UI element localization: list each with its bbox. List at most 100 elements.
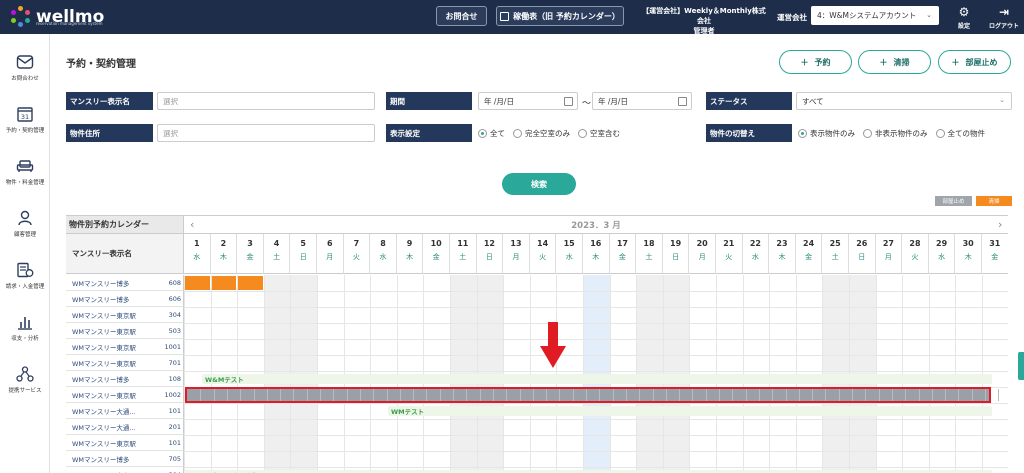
booking-bar[interactable]: W&Mテスト bbox=[202, 374, 992, 384]
property-name: WMマンスリー東京駅 bbox=[72, 391, 136, 400]
chevron-down-icon: ⌄ bbox=[926, 11, 932, 19]
property-name: WMマンスリー東京駅 bbox=[72, 343, 136, 352]
day-weekday: 日 bbox=[858, 253, 866, 261]
next-month-arrow[interactable]: › bbox=[998, 218, 1002, 231]
radio-visible-only[interactable]: 表示物件のみ bbox=[798, 128, 855, 139]
sidebar-item-billing[interactable]: 請求・入金管理 bbox=[0, 250, 50, 302]
booking-bar[interactable]: WMテスト bbox=[388, 406, 992, 416]
grid-tick bbox=[679, 389, 681, 401]
radio-all-properties[interactable]: 全ての物件 bbox=[935, 128, 985, 139]
calendar-row-label[interactable]: WMマンスリー大通... 201 bbox=[66, 419, 184, 435]
day-header-6: 6月 bbox=[317, 234, 344, 274]
day-header-26: 26 日 bbox=[849, 234, 876, 274]
day-header-19: 19 日 bbox=[662, 234, 690, 274]
calendar-row-label[interactable]: WMマンスリー東京駅 1002 bbox=[66, 387, 184, 403]
day-header-23: 23 木 bbox=[769, 234, 796, 274]
inquiry-button[interactable]: お問合せ bbox=[436, 6, 487, 26]
calendar-row-label[interactable]: WMマンスリー博多 606 bbox=[66, 291, 184, 307]
new-room-stop-button[interactable]: ＋ 部屋止め bbox=[938, 50, 1011, 74]
date-to-input[interactable]: 年 /月/日 bbox=[592, 92, 692, 110]
radio-all[interactable]: 全て bbox=[478, 128, 505, 139]
address-select[interactable]: 選択 bbox=[157, 124, 375, 142]
prev-month-arrow[interactable]: ‹ bbox=[190, 218, 194, 231]
day-weekday: 火 bbox=[911, 253, 919, 261]
grid-tick bbox=[466, 389, 468, 401]
cleaning-block[interactable] bbox=[211, 276, 238, 290]
day-weekday: 日 bbox=[299, 253, 307, 261]
calendar-row-label[interactable]: WMマンスリー東京駅 101 bbox=[66, 435, 184, 451]
grid-tick bbox=[426, 389, 428, 401]
sidebar-item-analytics[interactable]: 収支・分析 bbox=[0, 302, 50, 354]
grid-line bbox=[184, 355, 1008, 356]
period-label: 期間 bbox=[386, 92, 472, 110]
grid-line bbox=[184, 435, 1008, 436]
status-select[interactable]: すべて ⌄ bbox=[796, 92, 1012, 110]
day-number: 12 bbox=[483, 239, 495, 248]
wellmo-logo[interactable]: wellmo bbox=[10, 4, 104, 30]
sidebar-item-properties[interactable]: 物件・料金管理 bbox=[0, 146, 50, 198]
new-reservation-button[interactable]: ＋ 予約 bbox=[779, 50, 852, 74]
day-header-1: 1水 bbox=[184, 234, 211, 274]
calendar-row-label[interactable]: WMマンスリー東京駅 503 bbox=[66, 323, 184, 339]
calendar-row-label[interactable]: WMマンスリー大通... 101 bbox=[66, 403, 184, 419]
calendar-row-label[interactable]: WMマンスリー博多 608 bbox=[66, 275, 184, 291]
day-header-17: 17 金 bbox=[609, 234, 637, 274]
calendar-row-label[interactable]: WMマンスリー東京駅304 bbox=[66, 467, 184, 473]
day-header-5: 5日 bbox=[290, 234, 317, 274]
date-from-input[interactable]: 年 /月/日 bbox=[478, 92, 578, 110]
logout-icon: ⇥ bbox=[998, 4, 1010, 19]
radio-dot bbox=[478, 129, 487, 138]
property-name: WMマンスリー博多 bbox=[72, 279, 130, 288]
room-stop-highlight-row[interactable] bbox=[185, 387, 1000, 403]
calendar-row-label[interactable]: WMマンスリー東京駅 1001 bbox=[66, 339, 184, 355]
monthly-name-select[interactable]: 選択 bbox=[157, 92, 375, 110]
sidebar-item-customers[interactable]: 顧客管理 bbox=[0, 198, 50, 250]
grid-line bbox=[184, 419, 1008, 420]
calendar-icon[interactable] bbox=[564, 97, 573, 106]
grid-tick bbox=[240, 389, 242, 401]
room-number: 705 bbox=[168, 454, 181, 463]
sidebar-item-partner-services[interactable]: 提携サービス bbox=[0, 354, 50, 406]
day-weekday: 火 bbox=[725, 253, 733, 261]
sidebar-item-label: 顧客管理 bbox=[13, 232, 36, 238]
sidebar-item-label: 提携サービス bbox=[8, 388, 42, 394]
day-number: 11 bbox=[457, 239, 469, 248]
grid-line bbox=[184, 323, 1008, 324]
search-button[interactable]: 検索 bbox=[502, 173, 576, 195]
day-number: 8 bbox=[380, 239, 386, 248]
calendar-row-label[interactable]: WMマンスリー博多 108 bbox=[66, 371, 184, 387]
settings-button[interactable]: ⚙ 設定 bbox=[944, 0, 984, 34]
day-header-11: 11 土 bbox=[450, 234, 477, 274]
day-header-12: 12 日 bbox=[476, 234, 504, 274]
sidebar-item-label: 物件・料金管理 bbox=[5, 180, 45, 186]
property-name: WMマンスリー博多 bbox=[72, 455, 130, 464]
schedule-button[interactable]: 稼働表（旧 予約カレンダー） bbox=[496, 6, 624, 26]
calendar-row-label[interactable]: WMマンスリー東京駅 701 bbox=[66, 355, 184, 371]
grid-tick bbox=[346, 389, 348, 401]
radio-fully-vacant[interactable]: 完全空室のみ bbox=[513, 128, 570, 139]
day-weekday: 月 bbox=[512, 253, 520, 261]
side-drawer-tab[interactable] bbox=[1018, 352, 1024, 380]
radio-hidden-only[interactable]: 非表示物件のみ bbox=[863, 128, 928, 139]
cleaning-block[interactable] bbox=[185, 276, 211, 290]
room-number: 1001 bbox=[164, 342, 181, 351]
sidebar-item-reservations[interactable]: 31 予約・契約管理 bbox=[0, 94, 50, 146]
grid-tick bbox=[905, 389, 907, 401]
grid-tick bbox=[665, 389, 667, 401]
gear-icon: ⚙ bbox=[958, 4, 970, 19]
cleaning-block[interactable] bbox=[238, 276, 264, 290]
calendar-row-label[interactable]: WMマンスリー博多 705 bbox=[66, 451, 184, 467]
day-weekday: 木 bbox=[964, 253, 972, 261]
new-cleaning-button[interactable]: ＋ 清掃 bbox=[858, 50, 931, 74]
day-weekday: 水 bbox=[565, 253, 573, 261]
chevron-down-icon: ⌄ bbox=[999, 96, 1005, 104]
sidebar-item-label: お問合わせ bbox=[11, 76, 39, 82]
logout-button[interactable]: ⇥ ログアウト bbox=[984, 0, 1024, 34]
operator-select[interactable]: 4：W&Mシステムアカウント ⌄ bbox=[811, 6, 939, 25]
sidebar-item-inquiry[interactable]: お問合わせ bbox=[0, 42, 50, 94]
calendar-row-label[interactable]: WMマンスリー東京駅304 bbox=[66, 307, 184, 323]
grid-tick bbox=[998, 389, 1000, 401]
radio-include-vacant[interactable]: 空室含む bbox=[578, 128, 620, 139]
room-number: 201 bbox=[168, 422, 181, 431]
calendar-icon[interactable] bbox=[678, 97, 687, 106]
